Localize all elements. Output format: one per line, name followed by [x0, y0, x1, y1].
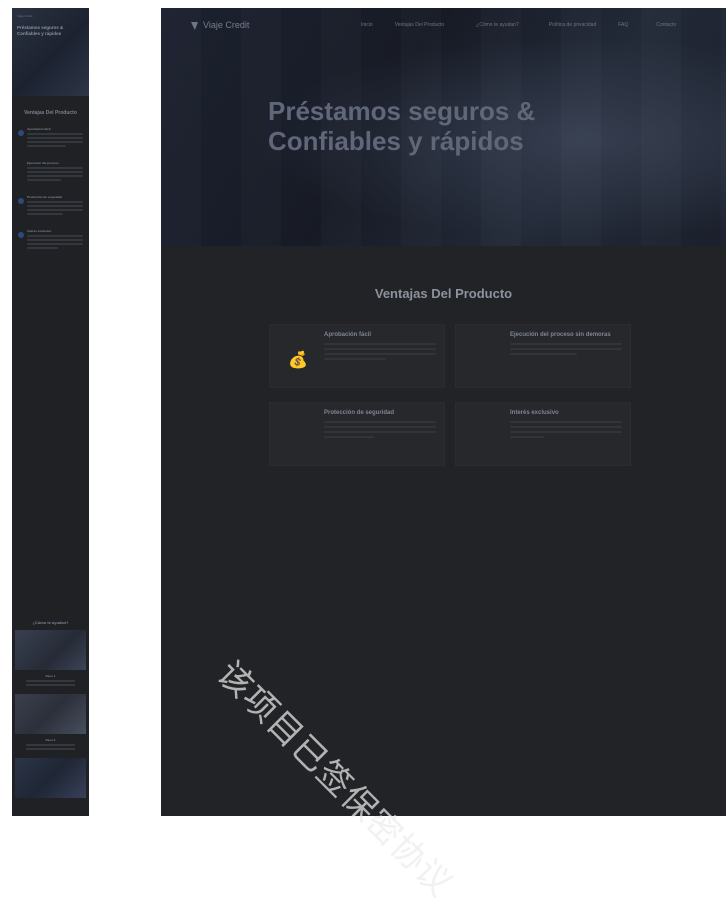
hero-banner: Viaje Credit Inicio Ventajas Del Product…	[161, 8, 726, 246]
mobile-help-title: ¿Cómo te ayudan?	[32, 620, 69, 625]
mobile-feature-title: Aprobación fácil	[27, 127, 51, 131]
feature-icon	[18, 164, 24, 170]
mobile-feature-title: Ejecución del proceso	[27, 161, 59, 165]
top-nav: Viaje Credit Inicio Ventajas Del Product…	[161, 18, 726, 34]
benefit-card: 💰 Aprobación fácil	[269, 324, 445, 388]
mobile-feature-title: Interés exclusivo	[27, 229, 52, 233]
benefit-card-title: Aprobación fácil	[324, 332, 372, 338]
nav-link-inicio[interactable]: Inicio	[361, 22, 373, 28]
bag-icon: 💰	[288, 352, 308, 369]
benefit-card: Protección de seguridad	[269, 402, 445, 466]
nav-link-contacto[interactable]: Contacto	[656, 22, 676, 28]
mobile-feature: Interés exclusivo	[12, 229, 89, 251]
mobile-feature: Ejecución del proceso	[12, 161, 89, 183]
benefits-title: Ventajas Del Producto	[374, 286, 513, 301]
mobile-feature: Protección de seguridad	[12, 195, 89, 217]
feature-icon	[18, 232, 24, 238]
mobile-feature-title: Protección de seguridad	[27, 195, 63, 199]
feature-icon	[18, 198, 24, 204]
hero-title: Préstamos seguros & Confiables y rápidos	[268, 96, 536, 156]
logo-text[interactable]: Viaje Credit	[203, 20, 249, 30]
mobile-feature: Aprobación fácil	[12, 127, 89, 149]
benefit-card-title: Ejecución del proceso sin demoras	[510, 332, 611, 338]
nav-link-ventajas[interactable]: Ventajas Del Producto	[395, 22, 444, 28]
gallery-image	[15, 758, 86, 798]
gallery-image	[15, 694, 86, 734]
mobile-hero: Viaje Credit Préstamos seguros & Confiab…	[12, 8, 89, 96]
benefit-card: Ejecución del proceso sin demoras	[455, 324, 631, 388]
gallery-caption: Paso 1	[45, 674, 56, 678]
logo-icon	[191, 22, 198, 30]
nav-links: Inicio Ventajas Del Producto ¿Cómo te ay…	[361, 22, 676, 28]
mobile-preview: Viaje Credit Préstamos seguros & Confiab…	[12, 8, 89, 816]
benefit-card-title: Protección de seguridad	[324, 410, 395, 416]
gallery-caption: Paso 2	[45, 738, 56, 742]
benefit-card: Interés exclusivo	[455, 402, 631, 466]
mobile-section-title: Ventajas Del Producto	[24, 110, 77, 116]
benefit-card-title: Interés exclusivo	[510, 410, 559, 416]
gallery-image	[15, 630, 86, 670]
mobile-help-section: ¿Cómo te ayudan? Paso 1 Paso 2	[12, 620, 89, 798]
mobile-logo[interactable]: Viaje Credit	[17, 14, 84, 18]
mobile-hero-title: Préstamos seguros & Confiables y rápidos	[17, 25, 64, 36]
nav-link-ayuda[interactable]: ¿Cómo te ayudan?	[476, 22, 519, 28]
nav-link-privacidad[interactable]: Política de privacidad	[549, 22, 597, 28]
nav-link-faq[interactable]: FAQ	[618, 22, 628, 28]
feature-icon	[18, 130, 24, 136]
